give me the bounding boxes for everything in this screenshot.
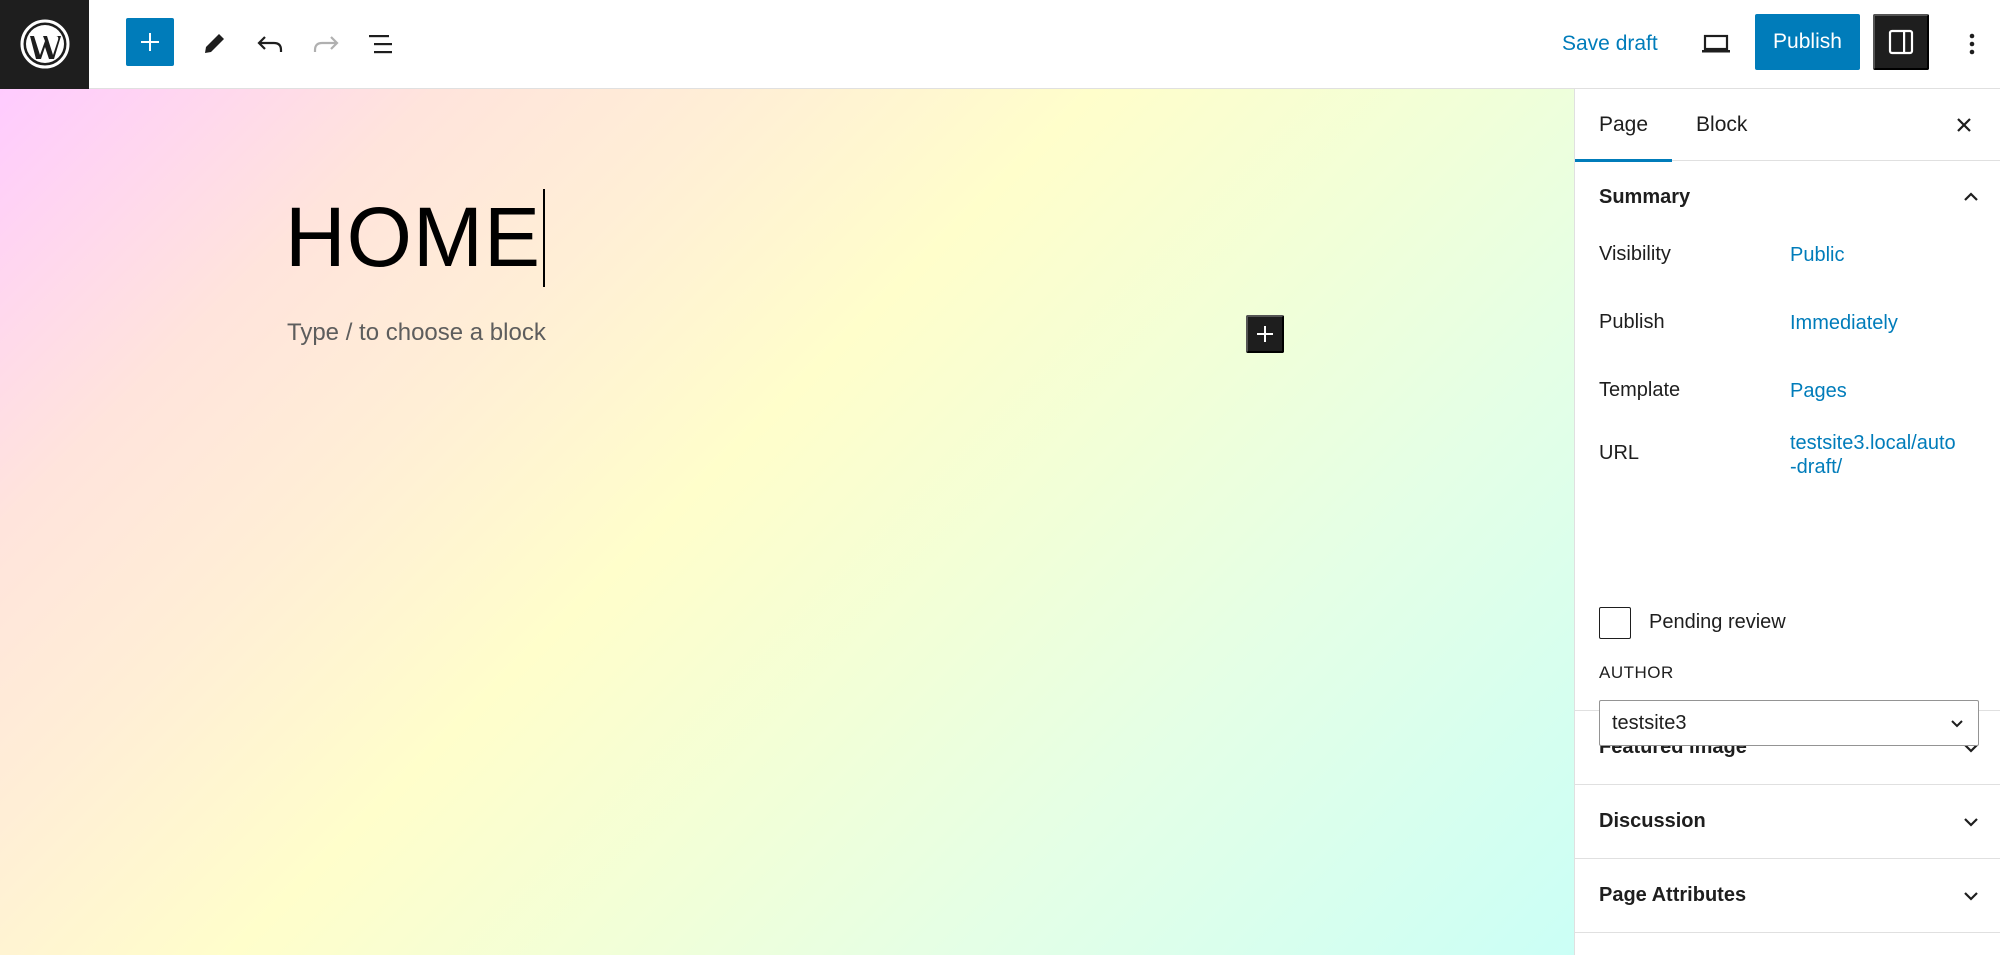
wordpress-icon [20, 19, 69, 69]
publish-date-link[interactable]: Immediately [1790, 311, 1960, 335]
document-overview-button[interactable] [353, 16, 409, 72]
visibility-value-link[interactable]: Public [1790, 243, 1960, 267]
plus-icon [1257, 326, 1273, 342]
editor-header: Save draft Publish [0, 0, 2000, 89]
publish-label: Publish [1599, 311, 1665, 333]
close-icon [1957, 118, 1971, 132]
visibility-label: Visibility [1599, 243, 1671, 265]
save-draft-button[interactable]: Save draft [1548, 24, 1672, 64]
settings-sidebar: Page Block Summary Visibility Public Pub… [1574, 89, 2000, 955]
add-block-button[interactable] [1246, 315, 1284, 353]
chevron-down-icon [1951, 720, 1963, 728]
pending-review-checkbox[interactable] [1599, 607, 1631, 639]
page-attributes-heading: Page Attributes [1599, 884, 1747, 906]
plus-icon [141, 33, 159, 51]
editor-canvas[interactable]: HOME Type / to choose a block [0, 89, 1574, 955]
wordpress-logo-button[interactable] [0, 0, 89, 89]
template-label: Template [1599, 379, 1681, 401]
sidebar-tabs: Page Block [1575, 89, 2000, 162]
undo-icon [257, 36, 283, 52]
pencil-icon [205, 34, 224, 53]
summary-heading: Summary [1599, 185, 1691, 208]
pending-review-label: Pending review [1649, 611, 1786, 633]
tab-block[interactable]: Block [1672, 89, 1771, 161]
summary-panel: Visibility Public Publish Immediately Te… [1575, 233, 2000, 746]
preview-button[interactable] [1688, 16, 1744, 72]
chevron-up-icon [1964, 192, 1978, 201]
author-select[interactable]: testsite3 [1599, 700, 1979, 746]
list-view-icon [369, 35, 392, 54]
discussion-heading: Discussion [1599, 810, 1706, 832]
laptop-icon [1702, 34, 1730, 53]
tools-edit-button[interactable] [186, 16, 242, 72]
block-inserter-button[interactable] [126, 18, 174, 66]
page-title-input[interactable]: HOME [285, 188, 545, 293]
default-block-appender[interactable]: Type / to choose a block [287, 319, 546, 347]
author-select-value: testsite3 [1612, 711, 1687, 734]
settings-sidebar-toggle[interactable] [1873, 14, 1929, 70]
url-link[interactable]: testsite3.local/auto-draft/ [1790, 431, 1960, 479]
summary-panel-toggle[interactable]: Summary [1575, 161, 2000, 233]
redo-button[interactable] [298, 16, 354, 72]
publish-button[interactable]: Publish [1755, 14, 1860, 70]
more-vertical-icon [1969, 33, 1975, 55]
page-attributes-panel-toggle[interactable]: Page Attributes [1575, 859, 2000, 933]
template-link[interactable]: Pages [1790, 379, 1960, 403]
undo-button[interactable] [242, 16, 298, 72]
close-sidebar-button[interactable] [1946, 107, 1982, 143]
chevron-down-icon [1964, 891, 1978, 901]
page-title-text: HOME [285, 190, 541, 284]
chevron-down-icon [1964, 817, 1978, 827]
sidebar-icon [1888, 29, 1914, 55]
text-caret [543, 188, 545, 287]
tab-page[interactable]: Page [1575, 89, 1673, 162]
url-label: URL [1599, 442, 1640, 464]
discussion-panel-toggle[interactable]: Discussion [1575, 785, 2000, 859]
author-label: AUTHOR [1599, 663, 1674, 682]
options-button[interactable] [1944, 16, 2000, 72]
redo-icon [313, 36, 339, 52]
